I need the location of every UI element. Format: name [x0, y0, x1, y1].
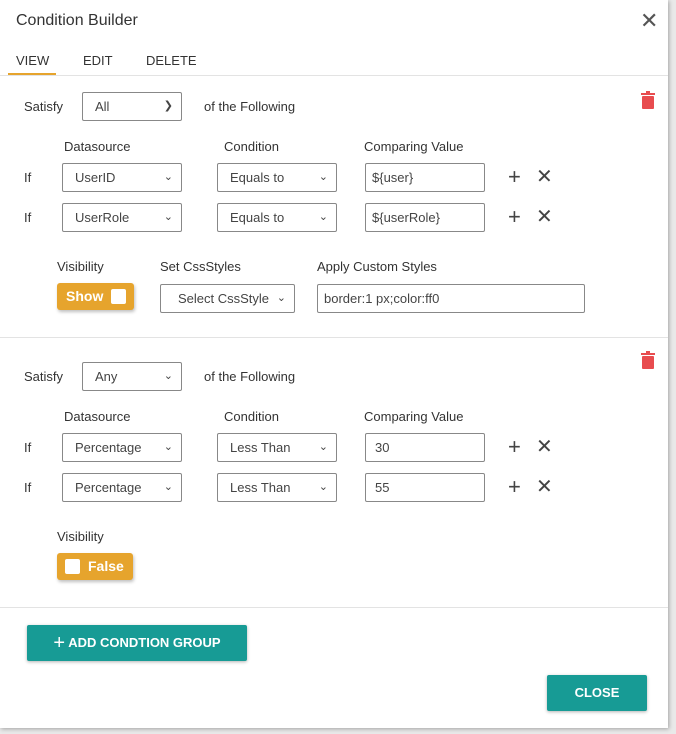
visibility-label: Visibility — [57, 259, 104, 274]
add-condition-icon[interactable]: + — [508, 166, 521, 188]
comparing-value-input[interactable]: ${userRole} — [365, 203, 485, 232]
visibility-toggle[interactable]: Show — [57, 283, 134, 310]
chevron-down-icon: ⌄ — [318, 211, 328, 223]
datasource-value: Percentage — [75, 440, 142, 455]
condition-select[interactable]: Less Than ⌄ — [217, 433, 337, 462]
comparing-value-header: Comparing Value — [364, 409, 464, 424]
chevron-down-icon: ⌄ — [163, 441, 173, 453]
comparing-value-input[interactable]: 55 — [365, 473, 485, 502]
chevron-down-icon: ⌄ — [163, 481, 173, 493]
satisfy-value: Any — [95, 369, 118, 384]
divider — [0, 337, 668, 338]
if-label: If — [24, 210, 32, 225]
chevron-down-icon: ⌄ — [318, 171, 328, 183]
comparing-value-input[interactable]: 30 — [365, 433, 485, 462]
comparing-value-header: Comparing Value — [364, 139, 464, 154]
condition-select[interactable]: Equals to ⌄ — [217, 163, 337, 192]
condition-select[interactable]: Equals to ⌄ — [217, 203, 337, 232]
tab-view[interactable]: VIEW — [16, 53, 49, 68]
remove-condition-icon[interactable]: ✕ — [536, 207, 553, 227]
if-label: If — [24, 170, 32, 185]
set-css-label: Set CssStyles — [160, 259, 241, 274]
toggle-knob — [65, 559, 80, 574]
tab-edit[interactable]: EDIT — [83, 53, 113, 68]
remove-condition-icon[interactable]: ✕ — [536, 477, 553, 497]
add-condition-group-button[interactable]: + ADD CONDTION GROUP — [27, 625, 247, 661]
chevron-down-icon: ⌄ — [163, 171, 173, 183]
chevron-down-icon: ❯ — [163, 100, 173, 112]
chevron-down-icon: ⌄ — [318, 441, 328, 453]
toggle-knob — [111, 289, 126, 304]
dialog-title: Condition Builder — [16, 12, 138, 29]
datasource-select[interactable]: UserRole ⌄ — [62, 203, 182, 232]
close-button[interactable]: CLOSE — [547, 675, 647, 711]
comparing-value-input[interactable]: ${user} — [365, 163, 485, 192]
divider — [0, 75, 668, 76]
remove-condition-icon[interactable]: ✕ — [536, 437, 553, 457]
satisfy-label: Satisfy — [24, 99, 64, 114]
remove-condition-icon[interactable]: ✕ — [536, 167, 553, 187]
visibility-label: Visibility — [57, 529, 104, 544]
css-style-select[interactable]: Select CssStyle ⌄ — [160, 284, 295, 313]
css-style-value: Select CssStyle — [178, 291, 270, 306]
satisfy-label: Satisfy — [24, 369, 64, 384]
divider — [0, 607, 668, 608]
condition-value: Less Than — [230, 480, 291, 495]
condition-header: Condition — [224, 139, 279, 154]
datasource-header: Datasource — [64, 409, 131, 424]
satisfy-select[interactable]: All ❯ — [82, 92, 182, 121]
trash-icon[interactable] — [641, 91, 655, 109]
chevron-down-icon: ⌄ — [163, 211, 173, 223]
add-condition-icon[interactable]: + — [508, 206, 521, 228]
condition-value: Equals to — [230, 170, 285, 185]
datasource-header: Datasource — [64, 139, 131, 154]
trash-icon[interactable] — [641, 351, 655, 369]
satisfy-value: All — [95, 99, 110, 114]
condition-builder-dialog: Condition Builder ✕ VIEW EDIT DELETE Sat… — [0, 0, 668, 728]
condition-select[interactable]: Less Than ⌄ — [217, 473, 337, 502]
chevron-down-icon: ⌄ — [276, 292, 286, 304]
add-condition-icon[interactable]: + — [508, 436, 521, 458]
datasource-value: UserID — [75, 170, 116, 185]
apply-custom-label: Apply Custom Styles — [317, 259, 437, 274]
condition-value: Equals to — [230, 210, 285, 225]
add-group-label: ADD CONDTION GROUP — [68, 635, 221, 650]
condition-value: Less Than — [230, 440, 291, 455]
of-following-label: of the Following — [204, 99, 296, 114]
datasource-value: Percentage — [75, 480, 142, 495]
condition-header: Condition — [224, 409, 279, 424]
if-label: If — [24, 480, 32, 495]
close-icon[interactable]: ✕ — [640, 8, 658, 34]
datasource-select[interactable]: Percentage ⌄ — [62, 433, 182, 462]
datasource-select[interactable]: Percentage ⌄ — [62, 473, 182, 502]
satisfy-select[interactable]: Any ⌄ — [82, 362, 182, 391]
if-label: If — [24, 440, 32, 455]
tab-delete[interactable]: DELETE — [146, 53, 197, 68]
chevron-down-icon: ⌄ — [163, 370, 173, 382]
add-condition-icon[interactable]: + — [508, 476, 521, 498]
toggle-label: False — [88, 558, 124, 574]
toggle-label: Show — [66, 288, 104, 304]
chevron-down-icon: ⌄ — [318, 481, 328, 493]
datasource-select[interactable]: UserID ⌄ — [62, 163, 182, 192]
visibility-toggle[interactable]: False — [57, 553, 133, 580]
of-following-label: of the Following — [204, 369, 296, 384]
plus-icon: + — [53, 632, 66, 654]
datasource-value: UserRole — [75, 210, 130, 225]
custom-styles-input[interactable]: border:1 px;color:ff0 — [317, 284, 585, 313]
